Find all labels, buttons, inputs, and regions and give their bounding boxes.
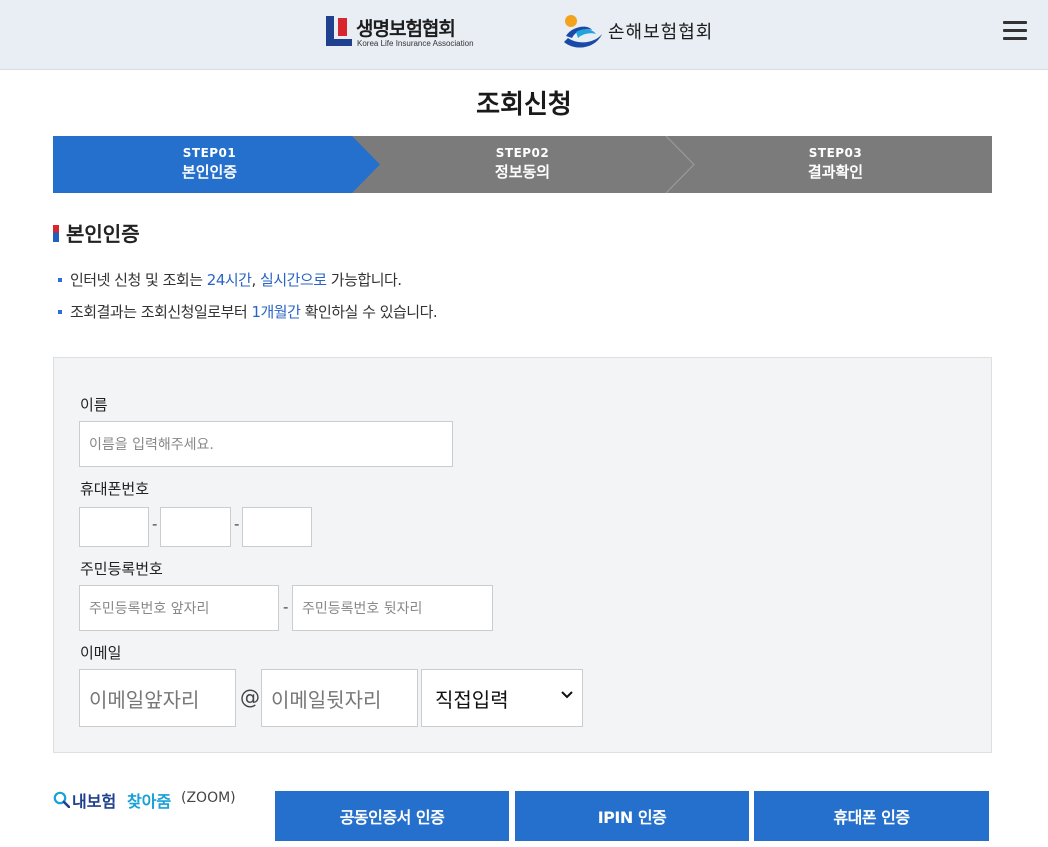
chevron-down-icon <box>561 691 573 699</box>
notice-text: 가능합니다. <box>326 271 402 289</box>
identity-form-panel: 이름 이름을 입력해주세요. 휴대폰번호 - - 주민등록번호 주민등록번호 앞… <box>53 357 992 753</box>
step-3: STEP03 결과확인 <box>679 136 992 193</box>
phone-separator: - <box>152 515 158 533</box>
step-2: STEP02 정보동의 <box>366 136 679 193</box>
phone-label: 휴대폰번호 <box>80 480 150 498</box>
email-domain-input[interactable]: 이메일뒷자리 <box>261 669 418 727</box>
notice-text: , <box>251 271 261 289</box>
logo2-name: 손해보험협회 <box>608 22 714 43</box>
notice-highlight: 1개월간 <box>251 303 301 321</box>
email-domain-selected: 직접입력 <box>435 687 509 712</box>
ssn-back-input[interactable]: 주민등록번호 뒷자리 <box>292 585 493 631</box>
email-label: 이메일 <box>80 644 122 662</box>
phone-auth-button[interactable]: 휴대폰 인증 <box>754 791 989 841</box>
phone-input-1[interactable] <box>79 507 149 547</box>
email-domain-select[interactable]: 직접입력 <box>421 669 583 727</box>
hamburger-menu-icon[interactable] <box>1003 21 1029 43</box>
notice-text: 인터넷 신청 및 조회는 <box>70 271 207 289</box>
notice-text: 조회결과는 조회신청일로부터 <box>70 303 252 321</box>
notice-highlight: 실시간으로 <box>260 271 327 289</box>
zoom-text-3: (ZOOM) <box>181 790 236 806</box>
phone-input-3[interactable] <box>242 507 312 547</box>
email-front-input[interactable]: 이메일앞자리 <box>79 669 236 727</box>
section-bar-icon <box>53 225 59 242</box>
notice-text: 확인하실 수 있습니다. <box>300 303 438 321</box>
ipin-auth-button[interactable]: IPIN 인증 <box>515 791 749 841</box>
certificate-auth-button[interactable]: 공동인증서 인증 <box>275 791 509 841</box>
step-1: STEP01 본인인증 <box>53 136 366 193</box>
zoom-text-2: 찾아줌 <box>127 792 172 811</box>
top-header: 생명보험협회 Korea Life Insurance Association … <box>0 0 1048 70</box>
phone-input-2[interactable] <box>160 507 231 547</box>
ssn-separator: - <box>283 598 289 616</box>
notice-list: 인터넷 신청 및 조회는 24시간, 실시간으로 가능합니다. 조회결과는 조회… <box>58 268 438 332</box>
email-at-sign: @ <box>240 685 260 709</box>
logo1-name: 생명보험협회 <box>356 18 456 40</box>
step-2-label: 정보동의 <box>494 163 551 181</box>
ssn-front-input[interactable]: 주민등록번호 앞자리 <box>79 585 279 631</box>
step-2-number: STEP02 <box>495 146 550 160</box>
ssn-label: 주민등록번호 <box>80 560 163 578</box>
phone-separator: - <box>234 515 240 533</box>
step-1-label: 본인인증 <box>181 163 238 181</box>
zoom-text-1: 내보험 <box>72 792 117 811</box>
bullet-icon <box>58 310 62 314</box>
magnifier-icon <box>53 791 70 808</box>
name-input[interactable]: 이름을 입력해주세요. <box>79 421 453 467</box>
life-insurance-logo-mark-icon <box>326 16 352 46</box>
step-progress: STEP01 본인인증 STEP02 정보동의 STEP03 결과확인 <box>53 136 992 193</box>
section-title: 본인인증 <box>66 222 140 246</box>
logo1-subtitle: Korea Life Insurance Association <box>357 39 474 48</box>
nonlife-insurance-logo-mark-icon <box>564 15 602 48</box>
step-1-number: STEP01 <box>182 146 237 160</box>
notice-item: 인터넷 신청 및 조회는 24시간, 실시간으로 가능합니다. <box>58 268 437 300</box>
step-3-label: 결과확인 <box>807 163 864 181</box>
page-title: 조회신청 <box>476 90 572 120</box>
step-3-number: STEP03 <box>808 146 863 160</box>
bullet-icon <box>58 278 62 282</box>
notice-highlight: 24시간 <box>206 271 252 289</box>
notice-item: 조회결과는 조회신청일로부터 1개월간 확인하실 수 있습니다. <box>58 300 438 332</box>
name-label: 이름 <box>80 396 108 414</box>
